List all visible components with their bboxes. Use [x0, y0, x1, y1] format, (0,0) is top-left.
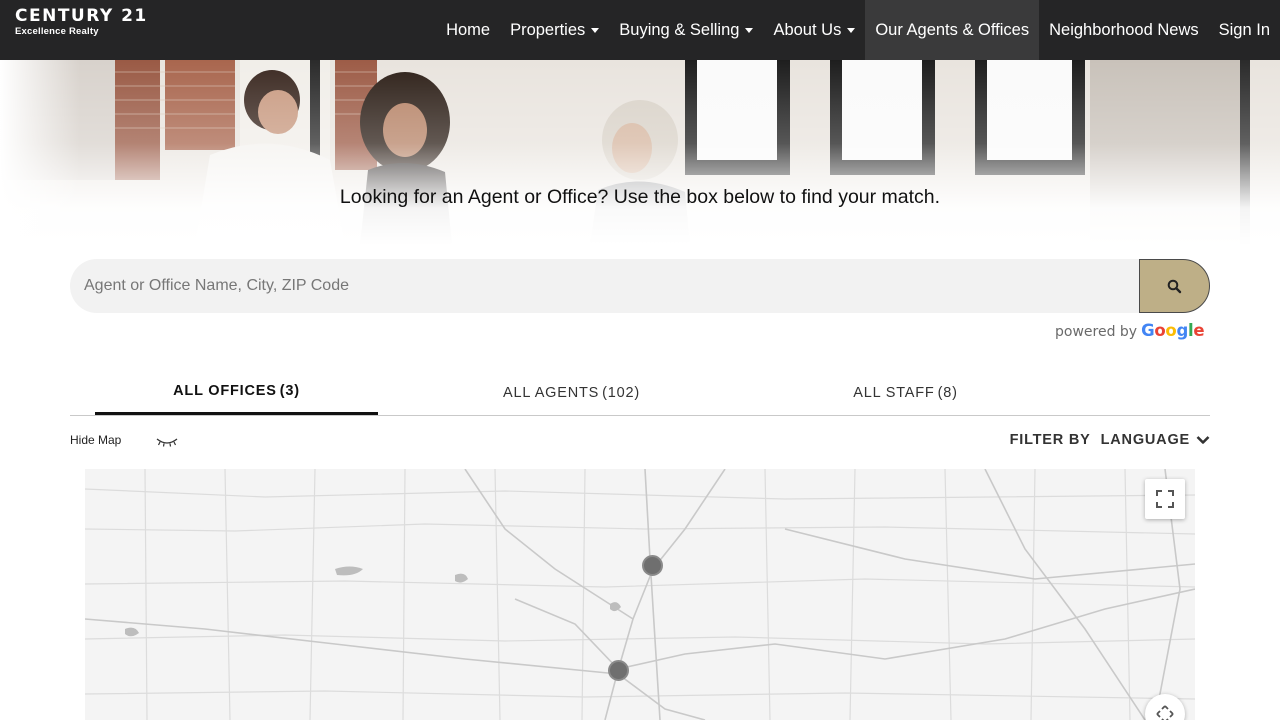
hero-banner: Looking for an Agent or Office? Use the …	[0, 60, 1280, 245]
caret-down-icon	[847, 27, 856, 33]
tab-all-staff-label: ALL STAFF	[853, 384, 935, 401]
nav-home[interactable]: Home	[436, 0, 500, 60]
pan-icon	[1156, 705, 1174, 720]
hide-map-link[interactable]: Hide Map	[70, 433, 121, 447]
google-letter: o	[1154, 321, 1166, 340]
nav-home-label: Home	[446, 20, 491, 39]
google-letter: g	[1176, 321, 1188, 340]
nav-about-us-label: About Us	[773, 20, 842, 39]
nav-buying-selling-label: Buying & Selling	[619, 20, 740, 39]
language-filter-value: LANGUAGE	[1100, 432, 1190, 448]
tab-all-agents[interactable]: ALL AGENTS (102)	[430, 370, 713, 415]
nav-sign-in-label: Sign In	[1218, 20, 1270, 39]
nav-agents-offices-label: Our Agents & Offices	[875, 20, 1030, 39]
powered-by-google: powered by Google	[1055, 321, 1205, 340]
search-bar	[70, 259, 1210, 313]
filter-by-label: FILTER BY	[1009, 432, 1091, 448]
nav-neighborhood-news[interactable]: Neighborhood News	[1039, 0, 1209, 60]
agent-office-search-input[interactable]	[70, 259, 1139, 313]
tab-all-offices-label: ALL OFFICES	[173, 383, 277, 399]
tab-all-offices-count: (3)	[279, 383, 300, 399]
chevron-down-icon	[1196, 436, 1210, 444]
nav-properties[interactable]: Properties	[500, 0, 609, 60]
brand-tagline: Excellence Realty	[15, 26, 99, 37]
hero-heading: Looking for an Agent or Office? Use the …	[339, 186, 941, 208]
caret-down-icon	[745, 27, 754, 33]
google-letter: e	[1193, 321, 1205, 340]
google-letter: G	[1141, 321, 1155, 340]
fullscreen-icon	[1156, 490, 1174, 508]
nav-sign-in[interactable]: Sign In	[1209, 0, 1280, 60]
office-marker[interactable]	[608, 660, 629, 681]
tab-all-agents-label: ALL AGENTS	[503, 384, 600, 401]
tab-all-offices[interactable]: ALL OFFICES (3)	[95, 370, 378, 415]
nav-buying-selling[interactable]: Buying & Selling	[609, 0, 763, 60]
tab-all-staff-count: (8)	[937, 384, 958, 401]
office-map[interactable]	[85, 469, 1195, 720]
filter-by: FILTER BY LANGUAGE	[1010, 432, 1210, 448]
nav-agents-offices[interactable]: Our Agents & Offices	[865, 0, 1040, 60]
main-nav: Home Properties Buying & Selling About U…	[436, 0, 1280, 60]
brand-name: CENTURY 21	[15, 6, 148, 26]
brand-logo[interactable]: CENTURY 21 Excellence Realty	[15, 6, 148, 37]
tab-all-agents-count: (102)	[602, 384, 640, 401]
eye-closed-icon[interactable]	[155, 435, 179, 449]
language-filter-dropdown[interactable]: LANGUAGE	[1101, 432, 1210, 448]
powered-by-label: powered by	[1055, 324, 1138, 340]
caret-down-icon	[591, 27, 600, 33]
tab-all-staff[interactable]: ALL STAFF (8)	[764, 370, 1047, 415]
nav-neighborhood-news-label: Neighborhood News	[1049, 20, 1199, 39]
nav-about-us[interactable]: About Us	[763, 0, 865, 60]
site-header: CENTURY 21 Excellence Realty Home Proper…	[0, 0, 1280, 60]
map-roads	[85, 469, 1195, 720]
nav-properties-label: Properties	[510, 20, 586, 39]
google-logo: Google	[1141, 321, 1204, 340]
hero-photo	[0, 60, 1280, 245]
search-icon	[1167, 279, 1182, 293]
results-tabs: ALL OFFICES (3) ALL AGENTS (102) ALL STAFF…	[70, 370, 1210, 416]
office-marker[interactable]	[642, 555, 663, 576]
google-letter: o	[1165, 321, 1177, 340]
search-button[interactable]	[1139, 259, 1210, 313]
fullscreen-button[interactable]	[1145, 479, 1185, 519]
